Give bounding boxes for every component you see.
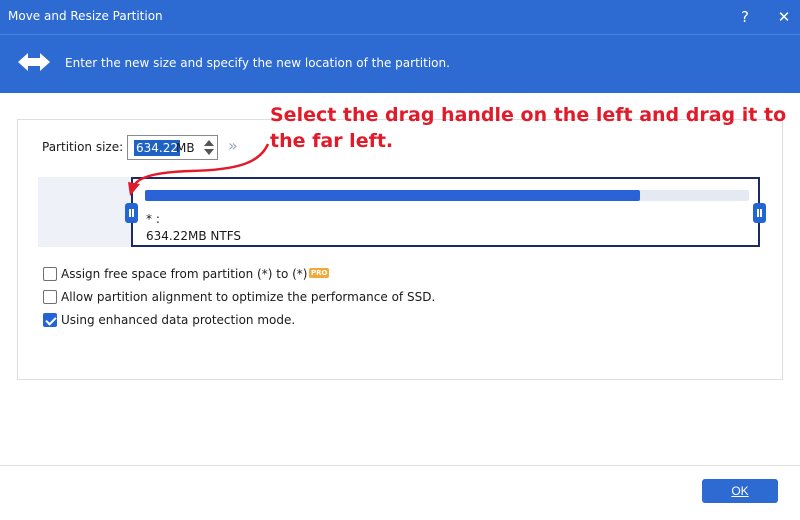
partition-alignment-label[interactable]: Allow partition alignment to optimize th… bbox=[61, 290, 435, 304]
data-protection-checkbox[interactable] bbox=[43, 313, 57, 327]
data-protection-label[interactable]: Using enhanced data protection mode. bbox=[61, 313, 295, 327]
annotation-arrow-icon bbox=[128, 143, 270, 196]
assign-free-space-checkbox[interactable] bbox=[43, 267, 57, 281]
dialog-footer bbox=[0, 465, 800, 520]
help-button[interactable]: ? bbox=[733, 5, 757, 29]
window-title: Move and Resize Partition bbox=[8, 9, 163, 23]
banner-text: Enter the new size and specify the new l… bbox=[65, 56, 450, 70]
assign-free-space-label[interactable]: Assign free space from partition (*) to … bbox=[61, 267, 307, 281]
close-button[interactable]: ✕ bbox=[772, 5, 796, 29]
partition-size-label: Partition size: bbox=[42, 140, 124, 154]
pro-badge: PRO bbox=[309, 268, 330, 278]
left-right-arrow-icon bbox=[18, 53, 50, 71]
partition-info: 634.22MB NTFS bbox=[146, 229, 242, 243]
right-drag-handle[interactable] bbox=[753, 203, 766, 223]
title-bar: Move and Resize Partition ? ✕ bbox=[0, 0, 800, 34]
instruction-banner: Enter the new size and specify the new l… bbox=[0, 34, 800, 93]
annotation-text: Select the drag handle on the left and d… bbox=[270, 104, 787, 152]
partition-alignment-checkbox[interactable] bbox=[43, 290, 57, 304]
partition-name: * : bbox=[146, 212, 160, 226]
ok-button[interactable]: OK bbox=[702, 479, 778, 503]
